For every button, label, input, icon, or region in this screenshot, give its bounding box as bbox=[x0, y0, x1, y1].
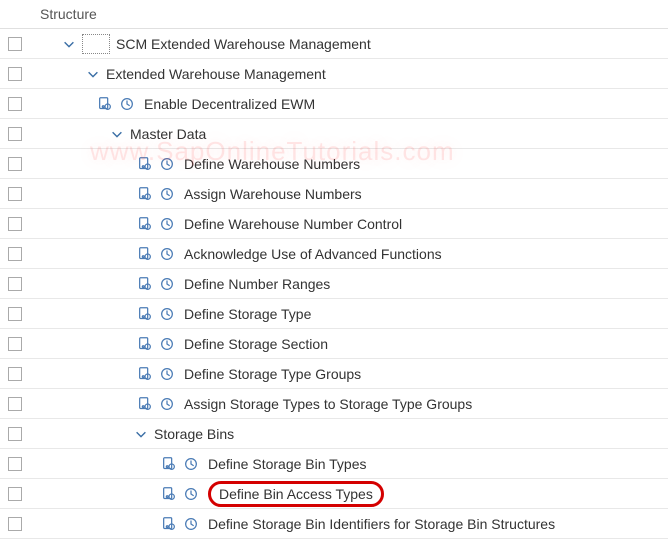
activity-icons[interactable] bbox=[160, 455, 200, 473]
node-label[interactable]: Define Storage Bin Types bbox=[208, 456, 367, 472]
row-checkbox[interactable] bbox=[8, 367, 22, 381]
clock-icon bbox=[158, 275, 176, 293]
activity-icons[interactable] bbox=[136, 395, 176, 413]
node-assign-storage-types-to-groups[interactable]: Assign Storage Types to Storage Type Gro… bbox=[0, 389, 668, 419]
document-icon bbox=[136, 335, 154, 353]
node-storage-bins[interactable]: Storage Bins bbox=[0, 419, 668, 449]
node-ewm[interactable]: Extended Warehouse Management bbox=[0, 59, 668, 89]
node-assign-warehouse-numbers[interactable]: Assign Warehouse Numbers bbox=[0, 179, 668, 209]
node-define-storage-section[interactable]: Define Storage Section bbox=[0, 329, 668, 359]
clock-icon bbox=[158, 365, 176, 383]
document-icon bbox=[136, 215, 154, 233]
row-checkbox[interactable] bbox=[8, 247, 22, 261]
activity-icons[interactable] bbox=[136, 305, 176, 323]
node-define-warehouse-numbers[interactable]: Define Warehouse Numbers bbox=[0, 149, 668, 179]
row-checkbox[interactable] bbox=[8, 277, 22, 291]
focus-placeholder bbox=[82, 34, 110, 54]
chevron-down-icon[interactable] bbox=[132, 425, 150, 443]
activity-icons[interactable] bbox=[136, 365, 176, 383]
node-define-storage-bin-identifiers[interactable]: Define Storage Bin Identifiers for Stora… bbox=[0, 509, 668, 539]
node-label[interactable]: Define Storage Section bbox=[184, 336, 328, 352]
node-label[interactable]: Define Storage Bin Identifiers for Stora… bbox=[208, 516, 555, 532]
node-label[interactable]: Define Storage Type bbox=[184, 306, 311, 322]
clock-icon bbox=[158, 395, 176, 413]
row-checkbox[interactable] bbox=[8, 457, 22, 471]
document-icon bbox=[136, 275, 154, 293]
activity-icons[interactable] bbox=[160, 515, 200, 533]
activity-icons[interactable] bbox=[136, 215, 176, 233]
row-checkbox[interactable] bbox=[8, 157, 22, 171]
node-define-number-ranges[interactable]: Define Number Ranges bbox=[0, 269, 668, 299]
row-checkbox[interactable] bbox=[8, 427, 22, 441]
node-define-warehouse-number-control[interactable]: Define Warehouse Number Control bbox=[0, 209, 668, 239]
row-checkbox[interactable] bbox=[8, 97, 22, 111]
node-label[interactable]: Define Number Ranges bbox=[184, 276, 330, 292]
chevron-down-icon[interactable] bbox=[60, 35, 78, 53]
row-checkbox[interactable] bbox=[8, 487, 22, 501]
clock-icon bbox=[158, 305, 176, 323]
node-label[interactable]: Assign Storage Types to Storage Type Gro… bbox=[184, 396, 472, 412]
node-label[interactable]: Acknowledge Use of Advanced Functions bbox=[184, 246, 442, 262]
document-icon bbox=[136, 365, 154, 383]
node-label[interactable]: Define Warehouse Number Control bbox=[184, 216, 402, 232]
node-define-storage-type[interactable]: Define Storage Type bbox=[0, 299, 668, 329]
clock-icon bbox=[158, 215, 176, 233]
row-checkbox[interactable] bbox=[8, 517, 22, 531]
row-checkbox[interactable] bbox=[8, 127, 22, 141]
clock-icon bbox=[118, 95, 136, 113]
document-icon bbox=[136, 185, 154, 203]
clock-icon bbox=[182, 455, 200, 473]
activity-icons[interactable] bbox=[136, 155, 176, 173]
node-label[interactable]: Assign Warehouse Numbers bbox=[184, 186, 362, 202]
row-checkbox[interactable] bbox=[8, 217, 22, 231]
node-scm-ewm[interactable]: SCM Extended Warehouse Management bbox=[0, 29, 668, 59]
tree-container: SCM Extended Warehouse Management Extend… bbox=[0, 29, 668, 539]
clock-icon bbox=[158, 335, 176, 353]
node-master-data[interactable]: Master Data bbox=[0, 119, 668, 149]
node-label[interactable]: Master Data bbox=[130, 126, 206, 142]
node-define-storage-type-groups[interactable]: Define Storage Type Groups bbox=[0, 359, 668, 389]
chevron-down-icon[interactable] bbox=[84, 65, 102, 83]
clock-icon bbox=[158, 185, 176, 203]
node-label[interactable]: Extended Warehouse Management bbox=[106, 66, 326, 82]
document-icon bbox=[160, 485, 178, 503]
row-checkbox[interactable] bbox=[8, 187, 22, 201]
node-label[interactable]: Define Bin Access Types bbox=[208, 481, 384, 507]
node-label[interactable]: Define Storage Type Groups bbox=[184, 366, 361, 382]
row-checkbox[interactable] bbox=[8, 37, 22, 51]
document-icon bbox=[136, 305, 154, 323]
clock-icon bbox=[158, 155, 176, 173]
activity-icons[interactable] bbox=[96, 95, 136, 113]
activity-icons[interactable] bbox=[136, 275, 176, 293]
document-icon bbox=[96, 95, 114, 113]
document-icon bbox=[160, 515, 178, 533]
structure-header: Structure bbox=[0, 0, 668, 29]
node-define-storage-bin-types[interactable]: Define Storage Bin Types bbox=[0, 449, 668, 479]
row-checkbox[interactable] bbox=[8, 397, 22, 411]
document-icon bbox=[136, 395, 154, 413]
activity-icons[interactable] bbox=[136, 245, 176, 263]
node-acknowledge-advanced-functions[interactable]: Acknowledge Use of Advanced Functions bbox=[0, 239, 668, 269]
clock-icon bbox=[158, 245, 176, 263]
document-icon bbox=[136, 155, 154, 173]
node-define-bin-access-types[interactable]: Define Bin Access Types bbox=[0, 479, 668, 509]
node-enable-decentralized-ewm[interactable]: Enable Decentralized EWM bbox=[0, 89, 668, 119]
document-icon bbox=[136, 245, 154, 263]
node-label[interactable]: Storage Bins bbox=[154, 426, 234, 442]
activity-icons[interactable] bbox=[136, 335, 176, 353]
clock-icon bbox=[182, 485, 200, 503]
node-label[interactable]: Define Warehouse Numbers bbox=[184, 156, 360, 172]
document-icon bbox=[160, 455, 178, 473]
activity-icons[interactable] bbox=[136, 185, 176, 203]
activity-icons[interactable] bbox=[160, 485, 200, 503]
row-checkbox[interactable] bbox=[8, 67, 22, 81]
node-label[interactable]: SCM Extended Warehouse Management bbox=[116, 36, 371, 52]
clock-icon bbox=[182, 515, 200, 533]
chevron-down-icon[interactable] bbox=[108, 125, 126, 143]
node-label[interactable]: Enable Decentralized EWM bbox=[144, 96, 315, 112]
row-checkbox[interactable] bbox=[8, 337, 22, 351]
row-checkbox[interactable] bbox=[8, 307, 22, 321]
